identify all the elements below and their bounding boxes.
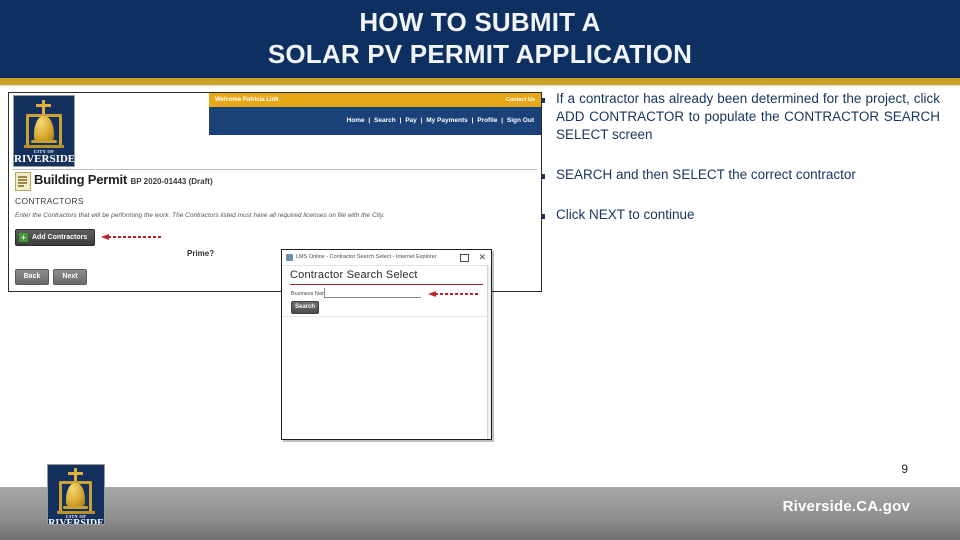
search-button[interactable]: Search bbox=[291, 301, 319, 314]
page-number: 9 bbox=[901, 462, 908, 476]
bullet-text: SEARCH and then SELECT the correct contr… bbox=[556, 167, 856, 182]
add-contractors-label: Add Contractors bbox=[32, 234, 88, 241]
slide-canvas: HOW TO SUBMIT A SOLAR PV PERMIT APPLICAT… bbox=[0, 0, 960, 540]
section-heading-contractors: CONTRACTORS bbox=[15, 196, 84, 206]
nav-sep: | bbox=[420, 117, 423, 124]
next-button[interactable]: Next bbox=[53, 269, 87, 285]
bullet-text: If a contractor has already been determi… bbox=[556, 91, 940, 142]
bullet-list: If a contractor has already been determi… bbox=[540, 90, 940, 246]
contact-us-link[interactable]: Contact Us bbox=[506, 94, 535, 106]
plus-icon: + bbox=[19, 233, 28, 242]
add-contractors-button[interactable]: + Add Contractors bbox=[15, 229, 96, 246]
nav-item-search[interactable]: Search bbox=[374, 117, 396, 124]
square-bullet-icon bbox=[540, 206, 556, 224]
list-item: Click NEXT to continue bbox=[540, 206, 940, 224]
permit-type-label: Building Permit bbox=[34, 172, 128, 187]
city-of-riverside-logo: CITY OF RIVERSIDE bbox=[13, 95, 75, 167]
square-bullet-icon bbox=[540, 90, 556, 108]
nav-sep: | bbox=[471, 117, 474, 124]
footer-website-url: Riverside.CA.gov bbox=[782, 498, 910, 515]
nav-item-pay[interactable]: Pay bbox=[405, 117, 417, 124]
footer-city-logo: CITY OF RIVERSIDE bbox=[47, 464, 105, 525]
nav-item-sign-out[interactable]: Sign Out bbox=[507, 117, 534, 124]
nav-links: Home | Search | Pay | My Payments | Prof… bbox=[209, 107, 535, 135]
business-name-input[interactable] bbox=[324, 288, 421, 298]
logo-riverside-text: RIVERSIDE bbox=[14, 153, 75, 165]
prime-column-label: Prime? bbox=[187, 249, 215, 258]
welcome-text: Welcome Patricia Link bbox=[215, 97, 279, 103]
document-icon bbox=[15, 172, 31, 191]
dialog-heading-rule bbox=[290, 284, 483, 285]
dialog-window-title: LMS Online - Contractor Search Select - … bbox=[296, 254, 437, 260]
bullet-text: Click NEXT to continue bbox=[556, 207, 695, 222]
dialog-heading: Contractor Search Select bbox=[290, 269, 418, 281]
list-item: If a contractor has already been determi… bbox=[540, 90, 940, 144]
nav-sep: | bbox=[368, 117, 371, 124]
red-annotation-arrow bbox=[101, 234, 163, 240]
nav-item-profile[interactable]: Profile bbox=[477, 117, 497, 124]
back-button[interactable]: Back bbox=[15, 269, 49, 285]
gold-accent-stripe bbox=[0, 78, 960, 85]
stripe-shadow bbox=[0, 85, 960, 87]
nav-item-home[interactable]: Home bbox=[347, 117, 365, 124]
footer-logo-riverside-text: RIVERSIDE bbox=[48, 518, 104, 525]
instruction-text: Enter the Contractors that will be perfo… bbox=[15, 212, 385, 219]
list-item: SEARCH and then SELECT the correct contr… bbox=[540, 166, 940, 184]
dialog-body-divider bbox=[282, 316, 491, 317]
permit-number: BP 2020-01443 (Draft) bbox=[130, 177, 213, 186]
nav-sep: | bbox=[501, 117, 504, 124]
maximize-icon[interactable] bbox=[460, 254, 469, 262]
ie-icon bbox=[286, 254, 293, 261]
screenshot-divider bbox=[13, 169, 537, 170]
red-annotation-arrow bbox=[428, 291, 480, 297]
page-title: HOW TO SUBMIT A SOLAR PV PERMIT APPLICAT… bbox=[0, 6, 960, 70]
title-line-2: SOLAR PV PERMIT APPLICATION bbox=[267, 39, 693, 69]
nav-sep: | bbox=[399, 117, 402, 124]
nav-item-my-payments[interactable]: My Payments bbox=[426, 117, 468, 124]
square-bullet-icon bbox=[540, 166, 556, 184]
title-line-1: HOW TO SUBMIT A bbox=[359, 7, 601, 37]
contractor-search-select-dialog: LMS Online - Contractor Search Select - … bbox=[281, 249, 492, 440]
permit-title: Building Permit BP 2020-01443 (Draft) bbox=[34, 171, 213, 191]
close-icon[interactable]: ✕ bbox=[478, 251, 486, 264]
dialog-scrollbar[interactable] bbox=[487, 265, 491, 439]
